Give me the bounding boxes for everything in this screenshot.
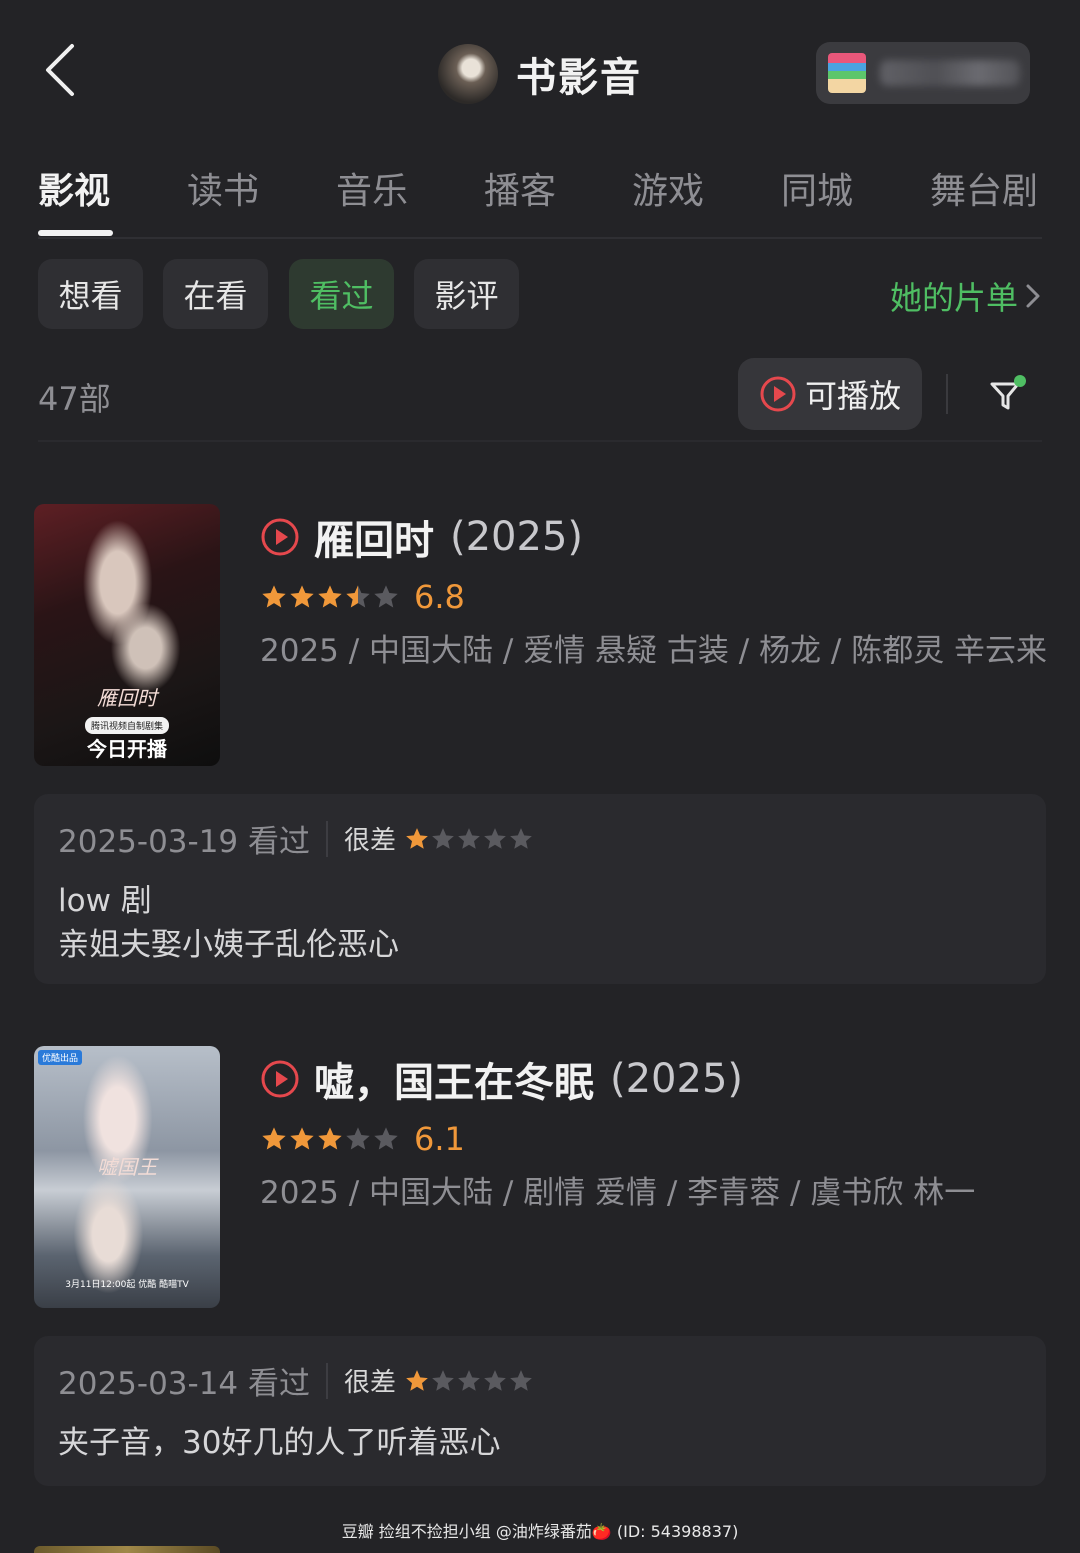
watched-date: 2025-03-14 看过 — [58, 1366, 311, 1402]
tab-podcast[interactable]: 播客 — [484, 162, 556, 214]
poster-title-art: 嘘国王 — [97, 1154, 157, 1179]
star-icon — [484, 1369, 506, 1391]
star-icon — [374, 585, 398, 608]
movie-title-row[interactable]: 嘘，国王在冬眠 (2025) — [260, 1050, 1050, 1108]
tab-books[interactable]: 读书 — [187, 162, 259, 214]
avatar[interactable] — [438, 44, 498, 104]
card-pill-button[interactable] — [816, 42, 1030, 104]
star-icon — [458, 1369, 480, 1391]
star-icon — [406, 827, 428, 849]
poster-caption: 今日开播 — [87, 737, 167, 761]
page-title-group: 书影音 — [438, 44, 642, 104]
star-icon — [374, 1127, 398, 1150]
watermark-text: 豆瓣 捡组不捡担小组 @油炸绿番茄🍅 (ID: 54398837) — [341, 1522, 739, 1541]
movie-meta: 2025 / 中国大陆 / 爱情 悬疑 古装 / 杨龙 / 陈都灵 辛云来 — [260, 633, 1048, 669]
movie-meta: 2025 / 中国大陆 / 剧情 爱情 / 李青蓉 / 虞书欣 林一 — [260, 1175, 976, 1211]
comment-header: 2025-03-19 看过 很差 — [58, 816, 1022, 861]
rating-row: 6.1 — [260, 1120, 1050, 1158]
chip-watched[interactable]: 看过 — [289, 259, 394, 329]
watched-date: 2025-03-19 看过 — [58, 824, 311, 860]
poster-badge: 优酷出品 — [38, 1050, 83, 1065]
divider — [38, 440, 1042, 442]
item-info: 嘘，国王在冬眠 (2025) 6.1 2025 / 中国大陆 / 剧情 爱情 /… — [260, 1050, 1050, 1216]
divider — [38, 237, 1042, 239]
star-icon — [262, 585, 286, 608]
play-circle-icon — [760, 376, 796, 412]
rating-label: 很差 — [344, 826, 397, 856]
her-list-link[interactable]: 她的片单 — [890, 273, 1042, 319]
poster-tag: 腾讯视频自制剧集 — [84, 717, 170, 734]
star-icon — [406, 1369, 428, 1391]
tab-music[interactable]: 音乐 — [336, 162, 408, 214]
star-icon — [290, 585, 314, 608]
star-icon — [458, 827, 480, 849]
rating-score: 6.8 — [414, 578, 465, 616]
comment-card[interactable]: 2025-03-14 看过 很差 夹子音，30好几的人了听着恶心 — [34, 1336, 1046, 1486]
star-rating — [404, 1368, 534, 1394]
blurred-label — [880, 60, 1020, 86]
tab-local[interactable]: 同城 — [781, 162, 853, 214]
rating-row: 6.8 — [260, 578, 1050, 616]
star-icon — [346, 1127, 370, 1150]
comment-text: low 剧 亲姐夫娶小姨子乱伦恶心 — [58, 883, 399, 963]
star-rating — [404, 826, 534, 852]
tab-games[interactable]: 游戏 — [632, 162, 704, 214]
divider — [326, 820, 329, 857]
movie-year: (2025) — [450, 514, 584, 560]
star-icon — [290, 1127, 314, 1150]
tab-movie[interactable]: 影视 — [38, 162, 110, 214]
active-tab-indicator — [38, 230, 113, 236]
star-icon — [318, 1127, 342, 1150]
her-list-label: 她的片单 — [889, 279, 1018, 317]
item-count: 47部 — [38, 380, 111, 418]
rating-label: 很差 — [344, 1368, 397, 1398]
item-info: 雁回时 (2025) 6.8 2025 / 中国大陆 / 爱情 悬疑 古装 / … — [260, 508, 1050, 674]
next-poster-peek — [34, 1546, 220, 1553]
movie-title-row[interactable]: 雁回时 (2025) — [260, 508, 1050, 566]
star-icon — [432, 1369, 454, 1391]
tab-stage[interactable]: 舞台剧 — [930, 162, 1038, 214]
poster-title-art: 雁回时 — [97, 686, 157, 711]
category-tabs: 影视 读书 音乐 播客 游戏 同城 舞台剧 — [0, 150, 1080, 240]
star-icon — [318, 585, 342, 608]
star-icon — [432, 827, 454, 849]
chevron-left-icon[interactable] — [38, 40, 88, 100]
rating-score: 6.1 — [414, 1120, 465, 1158]
divider — [946, 374, 948, 414]
star-rating — [260, 583, 400, 611]
movie-title: 嘘，国王在冬眠 — [314, 1060, 594, 1106]
chevron-right-icon — [1026, 284, 1040, 308]
comment-card[interactable]: 2025-03-19 看过 很差 low 剧 亲姐夫娶小姨子乱伦恶心 — [34, 794, 1046, 984]
star-icon — [510, 827, 532, 849]
playable-label: 可播放 — [804, 377, 901, 415]
play-circle-icon — [261, 518, 299, 556]
chip-want[interactable]: 想看 — [38, 259, 143, 329]
movie-year: (2025) — [610, 1056, 744, 1102]
star-icon — [346, 585, 370, 608]
page-title: 书影音 — [516, 55, 642, 101]
chip-watching[interactable]: 在看 — [163, 259, 268, 329]
star-icon — [484, 827, 506, 849]
poster-caption: 3月11日12:00起 优酷 酷喵TV — [65, 1280, 189, 1290]
count-bar: 47部 可播放 — [0, 358, 1080, 430]
movie-title: 雁回时 — [314, 518, 434, 564]
comment-text: 夹子音，30好几的人了听着恶心 — [58, 1425, 501, 1461]
card-stack-icon — [828, 53, 866, 93]
poster-image[interactable]: 雁回时 腾讯视频自制剧集 今日开播 — [34, 504, 220, 766]
poster-image[interactable]: 优酷出品 嘘国王 3月11日12:00起 优酷 酷喵TV — [34, 1046, 220, 1308]
status-filter-bar: 想看 在看 看过 影评 她的片单 — [0, 259, 1080, 329]
filter-icon[interactable] — [984, 372, 1030, 418]
chip-reviews[interactable]: 影评 — [414, 259, 519, 329]
playable-filter-button[interactable]: 可播放 — [738, 358, 922, 430]
star-rating — [260, 1125, 400, 1153]
header: 书影音 — [0, 0, 1080, 140]
star-icon — [510, 1369, 532, 1391]
comment-header: 2025-03-14 看过 很差 — [58, 1358, 1022, 1403]
star-icon — [262, 1127, 286, 1150]
play-circle-icon — [261, 1060, 299, 1098]
divider — [326, 1362, 329, 1399]
